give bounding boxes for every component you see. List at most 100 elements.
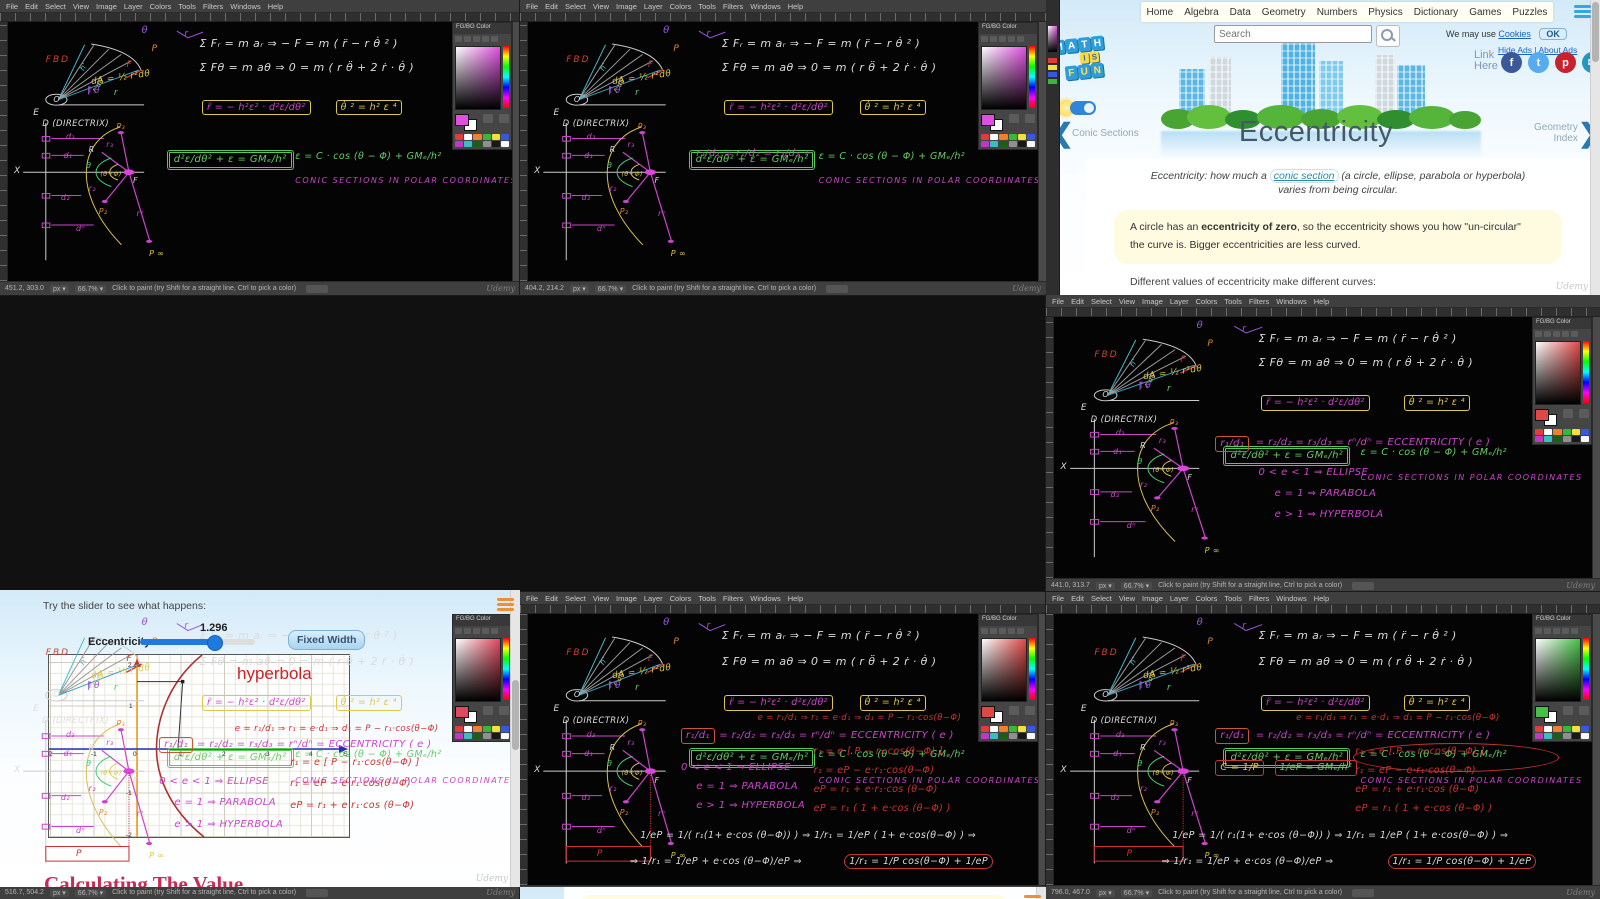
cookie-ok-button[interactable]: OK <box>1539 28 1567 40</box>
palette-swatch[interactable] <box>1008 141 1017 147</box>
default-colors-icon[interactable] <box>499 706 509 715</box>
menu-view[interactable]: View <box>1119 297 1135 306</box>
menu-layer[interactable]: Layer <box>124 2 143 11</box>
menu-view[interactable]: View <box>73 2 89 11</box>
swap-colors-icon[interactable] <box>1009 114 1020 123</box>
saturation-value-picker[interactable] <box>981 46 1027 110</box>
menu-windows[interactable]: Windows <box>750 2 780 11</box>
nav-item-home[interactable]: Home <box>1147 7 1174 18</box>
swap-colors-icon[interactable] <box>1563 409 1574 418</box>
status-tool-button[interactable] <box>306 284 329 293</box>
palette-swatch[interactable] <box>1026 726 1035 732</box>
menu-colors[interactable]: Colors <box>1196 594 1218 603</box>
palette-swatch[interactable] <box>473 726 482 732</box>
menu-tools[interactable]: Tools <box>698 2 716 11</box>
palette-swatch[interactable] <box>500 733 509 739</box>
palette-grid[interactable] <box>453 132 511 149</box>
palette-swatch[interactable] <box>1562 733 1571 739</box>
status-tool-button[interactable] <box>1352 581 1375 590</box>
palette-swatch[interactable] <box>482 726 491 732</box>
menu-select[interactable]: Select <box>565 594 586 603</box>
swap-colors-icon[interactable] <box>1009 706 1020 715</box>
menu-view[interactable]: View <box>593 594 609 603</box>
palette-swatch[interactable] <box>473 141 482 147</box>
vertical-ruler[interactable] <box>1046 614 1054 885</box>
palette-grid[interactable] <box>1533 427 1591 444</box>
menu-edit[interactable]: Edit <box>25 2 38 11</box>
palette-swatch[interactable] <box>491 141 500 147</box>
menu-burger-icon[interactable] <box>497 598 514 611</box>
fg-bg-color-dialog[interactable]: FG/BG Color <box>452 614 512 742</box>
color-mode-tabs[interactable] <box>979 626 1037 636</box>
default-colors-icon[interactable] <box>1579 706 1589 715</box>
menu-select[interactable]: Select <box>45 2 66 11</box>
palette-swatch[interactable] <box>1580 436 1589 442</box>
menu-file[interactable]: File <box>1052 297 1064 306</box>
palette-swatch[interactable] <box>1571 726 1580 732</box>
default-colors-icon[interactable] <box>1579 409 1589 418</box>
palette-swatch[interactable] <box>482 733 491 739</box>
palette-swatch[interactable] <box>1008 134 1017 140</box>
swap-colors-icon[interactable] <box>483 114 494 123</box>
fixed-width-button[interactable]: Fixed Width <box>288 630 366 650</box>
menu-help[interactable]: Help <box>1314 297 1329 306</box>
color-mode-tabs[interactable] <box>1533 626 1591 636</box>
menu-tools[interactable]: Tools <box>1224 594 1242 603</box>
search-icon[interactable] <box>1376 25 1400 47</box>
nav-item-numbers[interactable]: Numbers <box>1317 7 1358 18</box>
zoom-select[interactable]: 66.7% ▾ <box>1120 581 1153 590</box>
scrollbar[interactable] <box>1590 0 1600 295</box>
foreground-swatch[interactable] <box>981 114 995 126</box>
palette-grid[interactable] <box>979 132 1037 149</box>
menu-filters[interactable]: Filters <box>1249 594 1269 603</box>
palette-swatch[interactable] <box>455 726 464 732</box>
pinterest-icon[interactable]: p <box>1555 52 1576 73</box>
menu-select[interactable]: Select <box>565 2 586 11</box>
vertical-ruler[interactable] <box>520 22 528 281</box>
horizontal-ruler[interactable] <box>1046 308 1600 317</box>
fg-bg-color-dialog[interactable]: FG/BG Color <box>978 22 1038 150</box>
palette-swatch[interactable] <box>455 733 464 739</box>
color-mode-tabs[interactable] <box>979 34 1037 44</box>
palette-swatch[interactable] <box>464 733 473 739</box>
gimp-canvas[interactable]: FG/BG Color FBD dA = ½ r²dθ h' r·dθ r F … <box>528 22 1038 281</box>
conic-section-link[interactable]: conic section <box>1269 169 1339 183</box>
menu-layer[interactable]: Layer <box>1170 594 1189 603</box>
nav-item-algebra[interactable]: Algebra <box>1184 7 1218 18</box>
palette-swatch[interactable] <box>1571 733 1580 739</box>
menu-file[interactable]: File <box>1052 594 1064 603</box>
hue-strip[interactable] <box>1029 638 1035 700</box>
menu-colors[interactable]: Colors <box>670 594 692 603</box>
menu-layer[interactable]: Layer <box>644 594 663 603</box>
palette-swatch[interactable] <box>1535 436 1544 442</box>
palette-swatch[interactable] <box>990 141 999 147</box>
palette-swatch[interactable] <box>464 134 473 140</box>
slider-track[interactable] <box>140 635 255 651</box>
menu-image[interactable]: Image <box>1142 297 1163 306</box>
palette-swatch[interactable] <box>455 134 464 140</box>
color-mode-tabs[interactable] <box>453 34 511 44</box>
nav-item-dictionary[interactable]: Dictionary <box>1414 7 1458 18</box>
hue-strip[interactable] <box>1029 46 1035 108</box>
menu-filters[interactable]: Filters <box>203 2 223 11</box>
horizontal-ruler[interactable] <box>1046 605 1600 614</box>
nav-item-games[interactable]: Games <box>1469 7 1501 18</box>
menu-tools[interactable]: Tools <box>178 2 196 11</box>
menu-file[interactable]: File <box>6 2 18 11</box>
mathsisfun-logo[interactable]: MATH IS FUN <box>1051 35 1107 82</box>
saturation-value-picker[interactable] <box>455 46 501 110</box>
horizontal-ruler[interactable] <box>0 13 520 22</box>
saturation-value-picker[interactable] <box>455 638 501 702</box>
slider-thumb[interactable] <box>206 635 223 651</box>
hue-strip[interactable] <box>503 638 509 700</box>
menu-filters[interactable]: Filters <box>1249 297 1269 306</box>
swap-colors-icon[interactable] <box>483 706 494 715</box>
unit-select[interactable]: px ▾ <box>1095 581 1115 590</box>
menu-filters[interactable]: Filters <box>723 2 743 11</box>
fg-bg-color-dialog[interactable]: FG/BG Color <box>452 22 512 150</box>
palette-swatch[interactable] <box>1553 726 1562 732</box>
zoom-select[interactable]: 66.7% ▾ <box>594 284 627 293</box>
search-input[interactable] <box>1214 25 1372 43</box>
menu-edit[interactable]: Edit <box>1071 594 1084 603</box>
palette-swatch[interactable] <box>500 134 509 140</box>
